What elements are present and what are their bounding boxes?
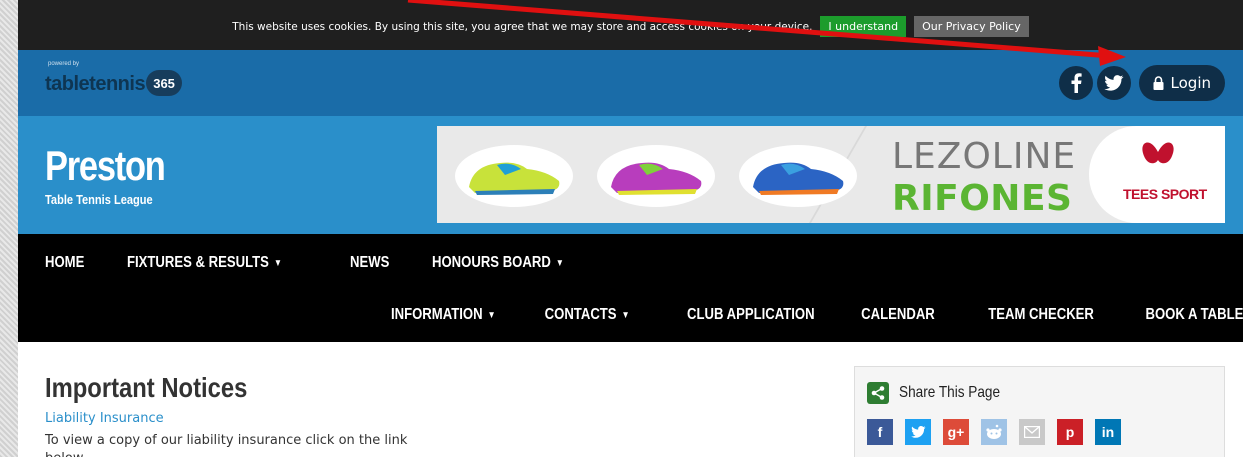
nav-news[interactable]: NEWS	[350, 254, 389, 272]
google-plus-icon: g+	[947, 424, 965, 440]
brand-logo[interactable]: tabletennis 365	[45, 70, 183, 96]
shoe-icon	[753, 162, 844, 195]
pinterest-icon: p	[1065, 424, 1075, 440]
shoe-icon	[611, 162, 702, 195]
main-content: Important Notices Liability Insurance To…	[18, 342, 1243, 457]
share-title: Share This Page	[899, 384, 1001, 401]
brand-badge: 365	[146, 70, 183, 96]
share-google-plus-button[interactable]: g+	[943, 419, 969, 445]
share-linkedin-button[interactable]: in	[1095, 419, 1121, 445]
main-nav: HOME FIXTURES & RESULTS ▼ NEWS HONOURS BO…	[18, 234, 1243, 342]
nav-team-checker[interactable]: TEAM CHECKER	[988, 306, 1094, 324]
twitter-link[interactable]	[1096, 66, 1131, 100]
nav-calendar[interactable]: CALENDAR	[861, 306, 935, 324]
liability-insurance-link[interactable]: Liability Insurance	[45, 411, 164, 426]
share-pinterest-button[interactable]: p	[1057, 419, 1083, 445]
lock-icon	[1153, 76, 1164, 90]
nav-contacts[interactable]: CONTACTS ▼	[544, 306, 629, 324]
nav-home[interactable]: HOME	[45, 254, 84, 272]
sponsor-name: TEES SPORT	[1123, 186, 1207, 202]
cookie-bar: This website uses cookies. By using this…	[18, 0, 1243, 50]
nav-honours-board[interactable]: HONOURS BOARD ▼	[432, 254, 564, 272]
facebook-link[interactable]	[1058, 66, 1093, 100]
notice-text: To view a copy of our liability insuranc…	[45, 433, 408, 457]
nav-information[interactable]: INFORMATION ▼	[391, 306, 496, 324]
shoe-image-1	[455, 145, 573, 207]
sponsor-banner[interactable]: LEZOLINE RIFONES TEES SPORT	[437, 126, 1225, 223]
top-actions: Login	[1058, 65, 1225, 101]
share-panel: Share This Page f g+ p in	[854, 366, 1225, 457]
caret-down-icon: ▼	[487, 309, 496, 321]
twitter-icon	[910, 426, 926, 438]
nav-row-2: INFORMATION ▼ CONTACTS ▼ CLUB APPLICATION …	[338, 306, 1243, 324]
share-buttons: f g+ p in	[867, 419, 1133, 445]
linkedin-icon: in	[1101, 424, 1115, 440]
twitter-icon	[1103, 75, 1123, 91]
share-reddit-button[interactable]	[981, 419, 1007, 445]
brand-tagline: powered by	[48, 61, 80, 67]
nav-book-a-table[interactable]: BOOK A TABLE	[1145, 306, 1243, 324]
nav-club-application[interactable]: CLUB APPLICATION	[687, 306, 815, 324]
shoe-image-2	[597, 145, 715, 207]
facebook-icon	[1071, 73, 1082, 93]
reddit-icon	[986, 424, 1002, 439]
login-button[interactable]: Login	[1138, 65, 1225, 101]
shoe-icon	[469, 162, 560, 195]
cookie-accept-button[interactable]: I understand	[820, 16, 907, 37]
banner-brand-line-2: RIFONES	[892, 178, 1073, 219]
share-header: Share This Page	[867, 382, 1018, 404]
notices-heading: Important Notices	[45, 372, 248, 403]
privacy-policy-button[interactable]: Our Privacy Policy	[914, 16, 1029, 37]
caret-down-icon: ▼	[555, 257, 564, 269]
caret-down-icon: ▼	[621, 309, 630, 321]
email-icon	[1024, 426, 1040, 438]
page: This website uses cookies. By using this…	[18, 0, 1243, 457]
caret-down-icon: ▼	[273, 257, 282, 269]
banner-brand-line-1: LEZOLINE	[892, 136, 1077, 177]
nav-row-1: HOME FIXTURES & RESULTS ▼ NEWS HONOURS BO…	[45, 254, 627, 272]
share-twitter-button[interactable]	[905, 419, 931, 445]
login-label: Login	[1170, 74, 1211, 92]
top-bar: powered by tabletennis 365 Login	[18, 50, 1243, 116]
butterfly-logo-icon	[1142, 142, 1174, 164]
facebook-icon: f	[877, 424, 883, 440]
cookie-message: This website uses cookies. By using this…	[232, 21, 813, 33]
site-header: Preston Table Tennis League LEZOLINE RIF…	[18, 116, 1243, 234]
brand-name: tabletennis	[45, 72, 146, 95]
left-edge-strip	[0, 0, 18, 457]
share-facebook-button[interactable]: f	[867, 419, 893, 445]
shoe-image-3	[739, 145, 857, 207]
site-title[interactable]: Preston	[45, 142, 166, 190]
nav-fixtures-results[interactable]: FIXTURES & RESULTS ▼	[127, 254, 282, 272]
share-icon	[867, 382, 889, 404]
share-email-button[interactable]	[1019, 419, 1045, 445]
site-subtitle: Table Tennis League	[45, 192, 153, 207]
